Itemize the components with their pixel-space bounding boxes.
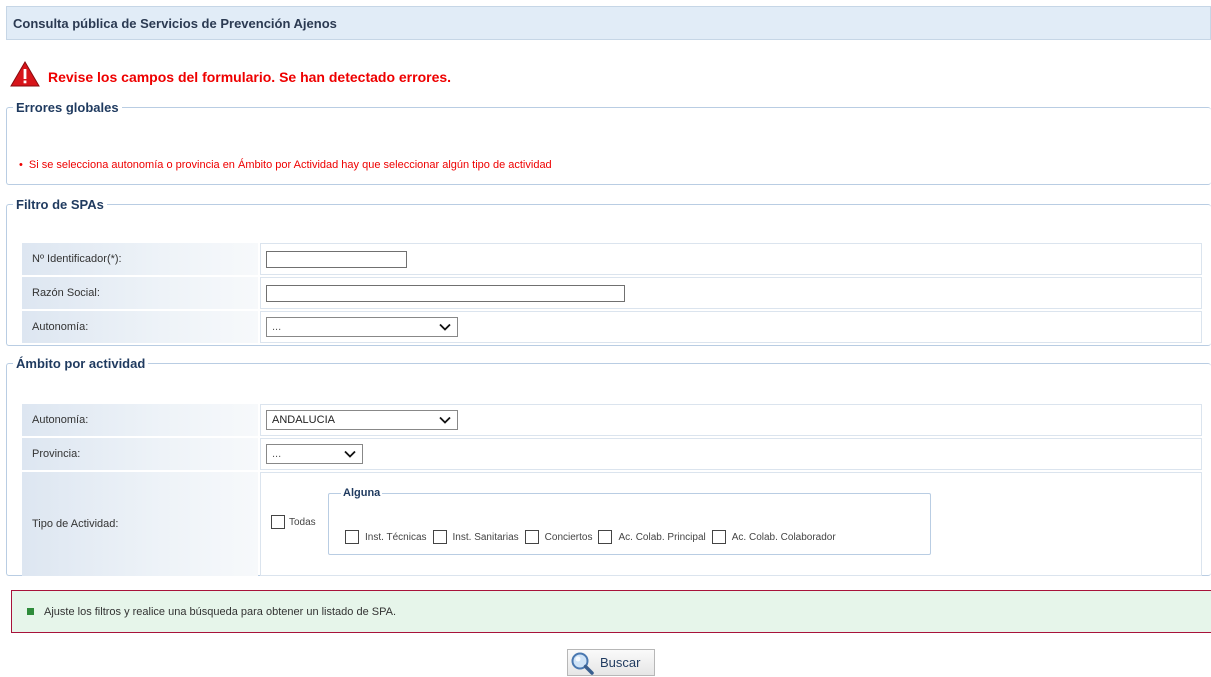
spa-filter-panel: Filtro de SPAs Nº Identificador(*): Razó…: [6, 197, 1211, 346]
ac-colab-colaborador-checkbox[interactable]: [711, 530, 726, 544]
ambito-actividad-legend: Ámbito por actividad: [16, 356, 146, 371]
inst-sanitarias-checkbox[interactable]: [432, 530, 447, 544]
error-header: Revise los campos del formulario. Se han…: [10, 60, 451, 88]
buscar-label: Buscar: [600, 655, 641, 670]
conciertos-option[interactable]: Conciertos: [524, 530, 593, 544]
alguna-group: Alguna Inst. Técnicas Inst. Sanitarias C…: [328, 487, 931, 555]
ambito-actividad-panel: Ámbito por actividad Autonomía: ANDALUCI…: [6, 356, 1211, 576]
identificador-input[interactable]: [266, 250, 407, 268]
ambito-autonomia-row: Autonomía: ANDALUCIA: [22, 404, 1202, 436]
info-message-box: Ajuste los filtros y realice una búsqued…: [11, 590, 1211, 633]
chevron-down-icon: [439, 416, 451, 424]
filtro-autonomia-row: Autonomía: ...: [22, 311, 1202, 343]
inst-sanitarias-option[interactable]: Inst. Sanitarias: [432, 530, 519, 544]
alguna-options: Inst. Técnicas Inst. Sanitarias Conciert…: [345, 530, 839, 544]
inst-tecnicas-label: Inst. Técnicas: [365, 531, 427, 543]
spa-filter-legend: Filtro de SPAs: [16, 197, 104, 212]
conciertos-checkbox[interactable]: [524, 530, 539, 544]
magnifier-icon: [571, 652, 594, 675]
razon-social-cell: [260, 277, 1202, 309]
ambito-autonomia-select[interactable]: ANDALUCIA: [266, 410, 458, 430]
error-header-text: Revise los campos del formulario. Se han…: [48, 69, 452, 85]
ac-colab-colaborador-label: Ac. Colab. Colaborador: [731, 531, 836, 543]
global-error-item: • Si se selecciona autonomía o provincia …: [19, 159, 552, 171]
warning-icon: [10, 61, 40, 87]
tipo-actividad-row: Tipo de Actividad: Todas Alguna Inst. Té…: [22, 472, 1202, 576]
info-square-icon: [27, 608, 34, 615]
chevron-down-icon: [439, 323, 451, 331]
filtro-autonomia-cell: ...: [260, 311, 1202, 343]
inst-tecnicas-checkbox[interactable]: [345, 530, 359, 544]
global-errors-legend: Errores globales: [16, 100, 119, 115]
ambito-autonomia-label: Autonomía:: [22, 404, 258, 436]
filtro-autonomia-value: ...: [272, 321, 282, 333]
provincia-label: Provincia:: [22, 438, 258, 470]
todas-option[interactable]: Todas: [271, 515, 316, 529]
chevron-down-icon: [344, 450, 356, 458]
ambito-autonomia-cell: ANDALUCIA: [260, 404, 1202, 436]
alguna-legend: Alguna: [343, 487, 381, 499]
provincia-row: Provincia: ...: [22, 438, 1202, 470]
inst-tecnicas-option[interactable]: Inst. Técnicas: [345, 530, 427, 544]
page-title-text: Consulta pública de Servicios de Prevenc…: [13, 15, 337, 31]
razon-social-input[interactable]: [266, 284, 625, 302]
todas-label: Todas: [289, 516, 316, 528]
razon-social-row: Razón Social:: [22, 277, 1202, 309]
identificador-cell: [260, 243, 1202, 275]
tipo-actividad-label: Tipo de Actividad:: [22, 472, 258, 576]
ac-colab-principal-option[interactable]: Ac. Colab. Principal: [598, 530, 706, 544]
provincia-select[interactable]: ...: [266, 444, 363, 464]
bullet-icon: •: [19, 159, 23, 171]
provincia-value: ...: [272, 448, 282, 460]
tipo-actividad-cell: Todas Alguna Inst. Técnicas Inst. Sanita…: [260, 472, 1202, 576]
ambito-autonomia-value: ANDALUCIA: [272, 414, 335, 426]
provincia-cell: ...: [260, 438, 1202, 470]
ac-colab-principal-label: Ac. Colab. Principal: [618, 531, 706, 543]
info-message-text: Ajuste los filtros y realice una búsqued…: [44, 605, 397, 618]
razon-social-label: Razón Social:: [22, 277, 258, 309]
inst-sanitarias-label: Inst. Sanitarias: [452, 531, 519, 543]
identificador-row: Nº Identificador(*):: [22, 243, 1202, 275]
buscar-button[interactable]: Buscar: [567, 649, 655, 676]
identificador-label: Nº Identificador(*):: [22, 243, 258, 275]
page-title: Consulta pública de Servicios de Prevenc…: [6, 6, 1211, 40]
global-error-text: Si se selecciona autonomía o provincia e…: [28, 159, 552, 171]
filtro-autonomia-select[interactable]: ...: [266, 317, 458, 337]
ac-colab-colaborador-option[interactable]: Ac. Colab. Colaborador: [711, 530, 836, 544]
filtro-autonomia-label: Autonomía:: [22, 311, 258, 343]
ac-colab-principal-checkbox[interactable]: [598, 530, 613, 544]
conciertos-label: Conciertos: [544, 531, 593, 543]
todas-checkbox[interactable]: [271, 515, 285, 529]
global-errors-panel: Errores globales • Si se selecciona auton…: [6, 100, 1211, 185]
